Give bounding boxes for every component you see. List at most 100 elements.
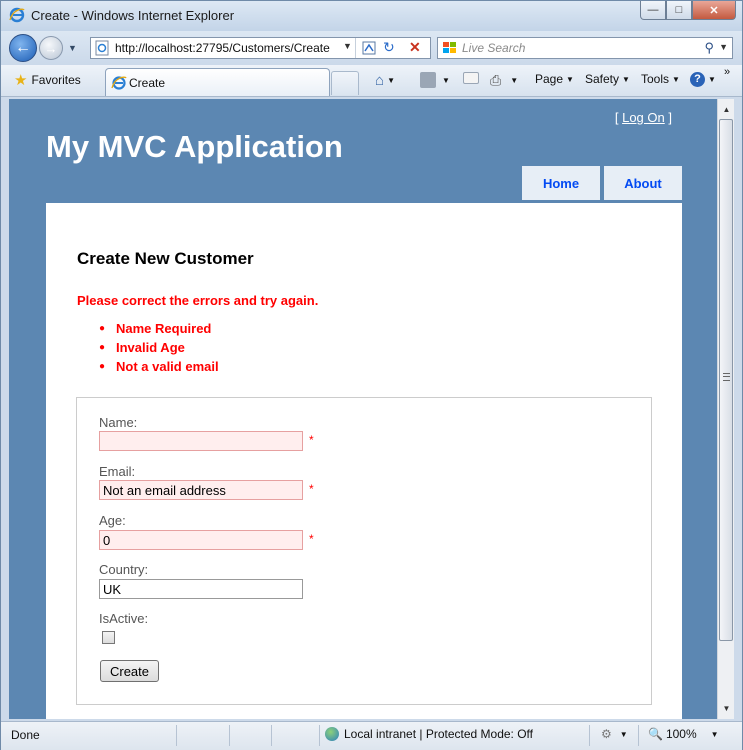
tools-menu-label: Tools — [641, 72, 670, 86]
favorites-label: Favorites — [31, 73, 81, 87]
feeds-button[interactable]: ▼ — [420, 72, 450, 88]
protected-mode-icon: ⚙ — [601, 727, 612, 741]
home-icon: ⌂ — [375, 72, 385, 89]
favorites-button[interactable]: ★ Favorites — [14, 71, 81, 89]
vertical-scrollbar[interactable]: ▲ ▼ — [717, 99, 734, 719]
country-label: Country: — [99, 562, 149, 577]
safety-menu-label: Safety — [585, 72, 620, 86]
tab-label: Create — [129, 76, 166, 90]
zoom-control[interactable]: 🔍 100% ▼ — [648, 727, 719, 741]
printer-icon: ⎙ — [490, 72, 502, 88]
page-viewport: [ Log On ] My MVC Application Home About… — [9, 99, 717, 719]
tools-menu[interactable]: Tools ▼ — [641, 72, 680, 86]
zoom-level: 100% — [665, 727, 697, 741]
email-field[interactable] — [99, 480, 303, 500]
address-dropdown-icon[interactable]: ▼ — [343, 41, 352, 51]
title-bar: Create - Windows Internet Explorer — □ ✕ — [1, 1, 742, 31]
zoom-icon: 🔍 — [648, 727, 663, 741]
status-divider — [229, 725, 230, 746]
customer-fieldset: Name: * Email: * Age: * Country: IsActiv… — [76, 397, 652, 705]
create-button[interactable]: Create — [100, 660, 159, 682]
logon-bracket-open: [ — [614, 110, 619, 125]
address-bar[interactable]: http://localhost:27795/Customers/Create … — [90, 37, 431, 59]
mail-icon — [463, 72, 479, 84]
print-button[interactable]: ⎙ ▼ — [490, 72, 518, 89]
maximize-button[interactable]: □ — [666, 1, 692, 20]
email-required-marker: * — [309, 482, 314, 496]
address-separator — [355, 38, 356, 58]
main-content: Create New Customer Please correct the e… — [46, 203, 682, 719]
app-title: My MVC Application — [46, 129, 343, 164]
rss-feed-icon — [420, 72, 436, 88]
scroll-up-icon[interactable]: ▲ — [719, 101, 734, 118]
stop-icon[interactable]: ✕ — [409, 39, 421, 56]
search-placeholder[interactable]: Live Search — [462, 41, 525, 55]
help-button[interactable]: ? ▼ — [690, 72, 716, 87]
protected-mode-button[interactable]: ⚙ ▼ — [601, 727, 628, 741]
validation-error-list: Name Required Invalid Age Not a valid em… — [99, 321, 219, 378]
zone-label: Local intranet | Protected Mode: Off — [344, 727, 533, 741]
scrollbar-thumb[interactable] — [719, 119, 733, 641]
command-overflow-button[interactable]: » — [724, 66, 730, 78]
compatibility-view-icon[interactable] — [361, 40, 377, 56]
new-tab-button[interactable] — [331, 71, 359, 95]
status-divider — [271, 725, 272, 746]
menu-item-home[interactable]: Home — [522, 166, 600, 200]
status-divider — [589, 725, 590, 746]
status-text: Done — [11, 728, 40, 742]
main-menu: Home About — [522, 166, 682, 200]
status-divider — [176, 725, 177, 746]
age-label: Age: — [99, 513, 126, 528]
search-dropdown-icon[interactable]: ▼ — [719, 42, 728, 52]
address-toolbar: ← → ▼ http://localhost:27795/Customers/C… — [1, 31, 742, 65]
home-button[interactable]: ⌂ ▼ — [375, 72, 395, 89]
age-field[interactable] — [99, 530, 303, 550]
menu-item-about[interactable]: About — [604, 166, 682, 200]
forward-button[interactable]: → — [39, 36, 63, 60]
tab-create[interactable]: Create — [105, 68, 330, 96]
url-text[interactable]: http://localhost:27795/Customers/Create — [115, 41, 330, 55]
validation-error: Name Required — [99, 321, 219, 340]
back-button[interactable]: ← — [9, 34, 37, 62]
minimize-button[interactable]: — — [640, 1, 666, 20]
intranet-globe-icon — [325, 727, 339, 741]
page-menu-label: Page — [535, 72, 564, 86]
browser-window: Create - Windows Internet Explorer — □ ✕… — [0, 0, 743, 750]
name-label: Name: — [99, 415, 138, 430]
name-field[interactable] — [99, 431, 303, 451]
refresh-icon[interactable]: ↻ — [383, 39, 395, 56]
close-button[interactable]: ✕ — [692, 1, 736, 20]
page-icon — [95, 40, 109, 56]
search-box[interactable]: Live Search ⚲ ▼ — [437, 37, 733, 59]
live-search-logo-icon — [443, 42, 456, 53]
email-label: Email: — [99, 464, 136, 479]
scroll-down-icon[interactable]: ▼ — [719, 700, 734, 717]
window-controls: — □ ✕ — [640, 1, 736, 21]
page-menu[interactable]: Page ▼ — [535, 72, 574, 86]
country-field[interactable] — [99, 579, 303, 599]
status-divider — [638, 725, 639, 746]
security-zone[interactable]: Local intranet | Protected Mode: Off — [325, 727, 533, 741]
isactive-checkbox[interactable] — [102, 631, 115, 644]
read-mail-button[interactable] — [463, 72, 479, 84]
isactive-label: IsActive: — [99, 611, 149, 626]
safety-menu[interactable]: Safety ▼ — [585, 72, 630, 86]
validation-summary: Please correct the errors and try again. — [77, 293, 319, 308]
validation-error: Not a valid email — [99, 359, 219, 378]
page-title: Create New Customer — [77, 249, 254, 268]
name-required-marker: * — [309, 433, 314, 447]
scrollbar-grip-icon — [723, 373, 730, 381]
recent-pages-dropdown-icon[interactable]: ▼ — [68, 43, 77, 53]
search-icon[interactable]: ⚲ — [704, 40, 714, 56]
help-icon: ? — [690, 72, 705, 87]
status-divider — [319, 725, 320, 746]
age-required-marker: * — [309, 532, 314, 546]
status-bar: Done Local intranet | Protected Mode: Of… — [1, 721, 742, 750]
ie-page-icon — [111, 76, 127, 90]
logon-area: [ Log On ] — [615, 110, 672, 125]
logon-bracket-close: ] — [668, 110, 672, 125]
logon-link[interactable]: Log On — [622, 110, 665, 125]
validation-error: Invalid Age — [99, 340, 219, 359]
favorites-star-icon: ★ — [14, 72, 28, 89]
window-title: Create - Windows Internet Explorer — [31, 8, 235, 23]
